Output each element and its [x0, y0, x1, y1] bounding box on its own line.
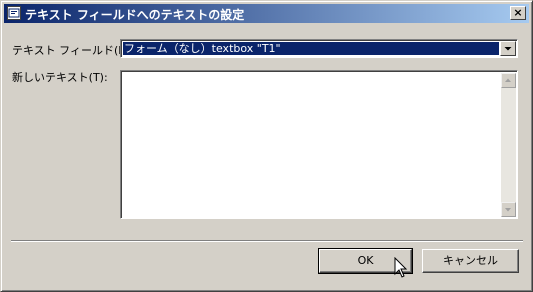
cancel-button[interactable]: キャンセル [422, 249, 519, 273]
close-button[interactable]: × [510, 6, 526, 20]
text-field-selected-value: フォーム（なし）textbox "T1" [123, 42, 499, 55]
mouse-pointer-icon [394, 257, 408, 278]
chevron-down-icon [504, 47, 512, 51]
scroll-up-arrow-icon [505, 78, 511, 82]
new-text-area[interactable] [120, 70, 518, 219]
text-field-dropdown[interactable]: フォーム（なし）textbox "T1" [120, 39, 518, 58]
new-text-accel: (T): [88, 71, 108, 84]
new-text-label: 新しいテキスト(T): [12, 69, 108, 85]
text-field-label: テキスト フィールド(F): [12, 42, 133, 58]
new-text-label-text: 新しいテキスト [12, 71, 89, 84]
text-field-label-text: テキスト フィールド [12, 44, 114, 57]
scroll-down-arrow-icon [505, 208, 511, 212]
dropdown-button[interactable] [500, 41, 516, 56]
vertical-scrollbar[interactable] [501, 73, 516, 217]
title-bar[interactable]: テキスト フィールドへのテキストの設定 × [4, 4, 529, 23]
close-icon: × [513, 6, 523, 19]
dialog-window: テキスト フィールドへのテキストの設定 × テキスト フィールド(F): フォー… [0, 0, 533, 292]
scroll-down-button[interactable] [501, 202, 516, 217]
scroll-up-button[interactable] [501, 73, 516, 88]
dialog-app-icon [7, 6, 21, 20]
separator-line [11, 240, 523, 242]
dialog-title: テキスト フィールドへのテキストの設定 [25, 8, 245, 22]
